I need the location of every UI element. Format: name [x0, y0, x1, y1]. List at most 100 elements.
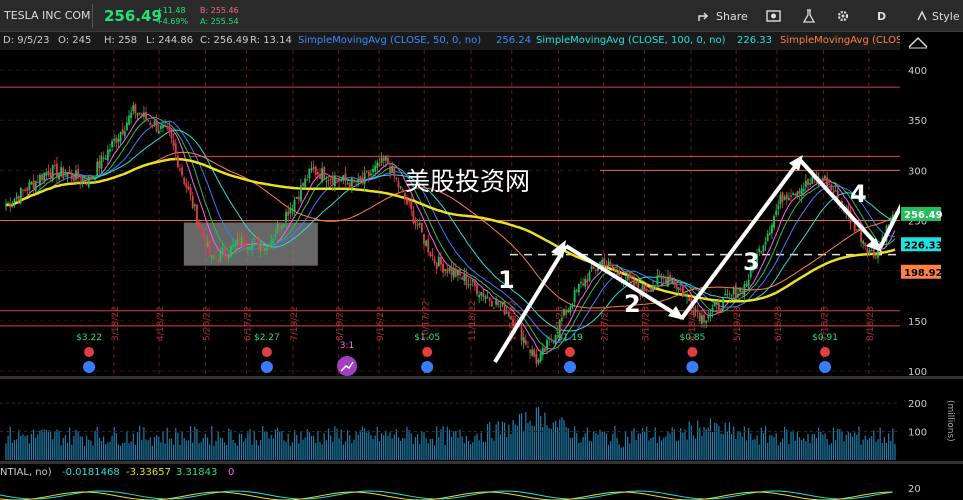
candle-body	[501, 302, 504, 305]
candle-body	[172, 139, 175, 147]
candle-body	[577, 284, 580, 293]
candle-body	[804, 180, 807, 188]
candle-body	[715, 301, 718, 305]
candle-body	[406, 198, 408, 205]
wave-label: 2	[624, 290, 641, 318]
candle-body	[527, 346, 529, 348]
candle-body	[56, 163, 58, 178]
candle-body	[238, 236, 241, 247]
wave-label: 4	[850, 180, 867, 208]
candle-body	[232, 244, 234, 247]
notes-icon	[766, 10, 781, 22]
price-change: +11.48 +4.69%	[156, 5, 188, 27]
candle-body	[359, 176, 362, 181]
candle-body	[236, 239, 239, 245]
candle-body	[490, 301, 493, 307]
bid-ask: B: 255.46 A: 255.54	[200, 5, 239, 27]
candle-body	[684, 294, 686, 296]
candle-body	[72, 177, 75, 182]
candle-body	[469, 284, 472, 286]
candle-body	[412, 210, 415, 223]
candle-body	[420, 222, 423, 233]
candle-body	[246, 247, 249, 250]
candle-body	[22, 189, 24, 191]
candle-body	[240, 237, 243, 246]
arrow-4	[798, 158, 882, 250]
arrowhead	[668, 306, 684, 320]
candle-body	[96, 161, 99, 178]
candle-body	[227, 254, 230, 259]
candle-body	[673, 279, 676, 285]
candle-body	[586, 279, 589, 283]
candle-body	[594, 269, 597, 271]
candle-body	[486, 296, 489, 298]
candle-body	[575, 290, 578, 292]
candle-body	[709, 312, 712, 317]
candle-body	[285, 211, 287, 222]
symbol-name[interactable]: TESLA INC COM	[4, 9, 91, 22]
candle-body	[333, 176, 336, 187]
candle-body	[592, 267, 595, 269]
candle-body	[185, 182, 188, 188]
sma200-tag: 198.92	[904, 268, 943, 279]
candle-body	[5, 205, 7, 207]
studies-button[interactable]	[802, 6, 816, 26]
notes-button[interactable]	[766, 6, 782, 26]
candle-body	[488, 297, 491, 301]
y-tick-label: 150	[908, 317, 927, 328]
candle-body	[681, 286, 684, 297]
candle-body	[614, 269, 616, 271]
candle-body	[208, 240, 211, 256]
candle-body	[875, 256, 877, 258]
candle-body	[457, 269, 459, 276]
candle-body	[166, 127, 169, 129]
bar-low: L: 244.86	[146, 35, 194, 46]
candle-body	[274, 234, 277, 237]
candle-body	[796, 191, 799, 198]
toolbar-divider	[92, 4, 93, 28]
candle-body	[327, 180, 330, 182]
wave-label: 1	[498, 266, 515, 294]
candle-body	[677, 287, 680, 291]
collapse-icon[interactable]	[906, 34, 930, 49]
candle-body	[505, 312, 508, 314]
period-label: D	[877, 9, 887, 23]
candle-body	[870, 250, 873, 252]
candle-body	[868, 250, 871, 255]
candle-body	[85, 183, 88, 185]
candle-body	[278, 225, 281, 230]
settings-button[interactable]	[836, 6, 850, 26]
candle-body	[423, 234, 425, 244]
candle-body	[431, 254, 434, 257]
study-value-2: -3.33657	[126, 467, 171, 478]
candle-body	[251, 241, 254, 250]
candle-body	[308, 168, 311, 179]
candle-body	[745, 283, 748, 286]
dividend-label: $1.05	[414, 333, 440, 343]
candle-body	[291, 208, 294, 210]
panel-divider	[0, 376, 963, 379]
period-selector[interactable]: D	[877, 6, 886, 26]
study-value-4: 0	[228, 467, 235, 478]
price-chart[interactable]: 3/18/22 4/18/22 5/20/22 6/17/22 7/19/22 8/19/…	[0, 50, 963, 500]
candle-body	[811, 176, 814, 185]
last-price-tag: 256.49	[904, 210, 943, 221]
candle-body	[703, 314, 705, 323]
candle-body	[261, 246, 264, 251]
candle-body	[219, 251, 222, 262]
candle-body	[41, 174, 43, 181]
candle-body	[601, 259, 604, 265]
candle-body	[191, 195, 194, 209]
candle-body	[858, 229, 860, 231]
candle-body	[448, 267, 451, 271]
candle-body	[473, 281, 476, 287]
split-label: 3:1	[340, 341, 354, 351]
candle-body	[100, 155, 103, 169]
share-button[interactable]: Share	[698, 6, 748, 26]
candle-body	[106, 149, 109, 161]
earnings-marker	[421, 361, 434, 373]
candle-body	[724, 293, 727, 296]
style-button[interactable]: Style	[916, 6, 960, 26]
dividend-marker	[84, 347, 95, 357]
candle-body	[569, 306, 572, 313]
